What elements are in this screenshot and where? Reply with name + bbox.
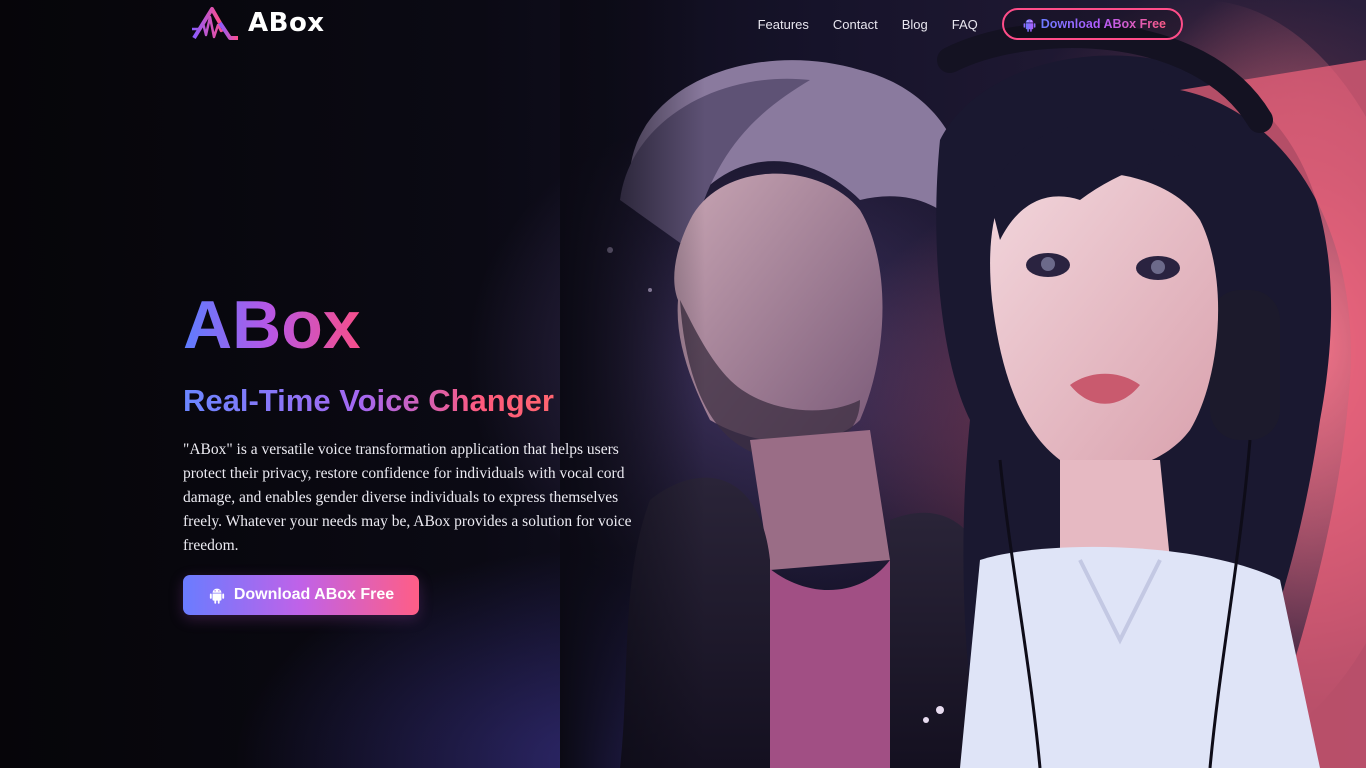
android-icon [209,588,224,604]
nav-link-features[interactable]: Features [758,17,809,32]
hero-download-label: Download ABox Free [233,586,395,603]
illustration-man-and-woman-icon [560,0,1366,768]
brand-logo[interactable]: ABox [190,5,325,41]
nav-link-contact[interactable]: Contact [833,17,878,32]
nav-link-faq[interactable]: FAQ [952,17,978,32]
android-icon [1023,18,1036,32]
landing-page: ABox Features Contact Blog FAQ Download … [0,0,1366,768]
nav-download-button[interactable]: Download ABox Free [1001,8,1183,40]
hero-description: "ABox" is a versatile voice transformati… [183,441,632,554]
nav-link-blog[interactable]: Blog [902,17,928,32]
hero-subtitle: Real-Time Voice Changer [183,380,583,422]
waveform-a-logo-icon [192,7,238,40]
hero-title: ABox [183,285,373,365]
hero-illustration [560,0,1366,768]
main-nav: Features Contact Blog FAQ Download ABox … [758,8,1183,40]
hero-download-button[interactable]: Download ABox Free [183,575,419,615]
site-header: ABox Features Contact Blog FAQ Download … [0,0,1366,48]
brand-name: ABox [248,8,325,38]
nav-download-label: Download ABox Free [1040,17,1166,31]
